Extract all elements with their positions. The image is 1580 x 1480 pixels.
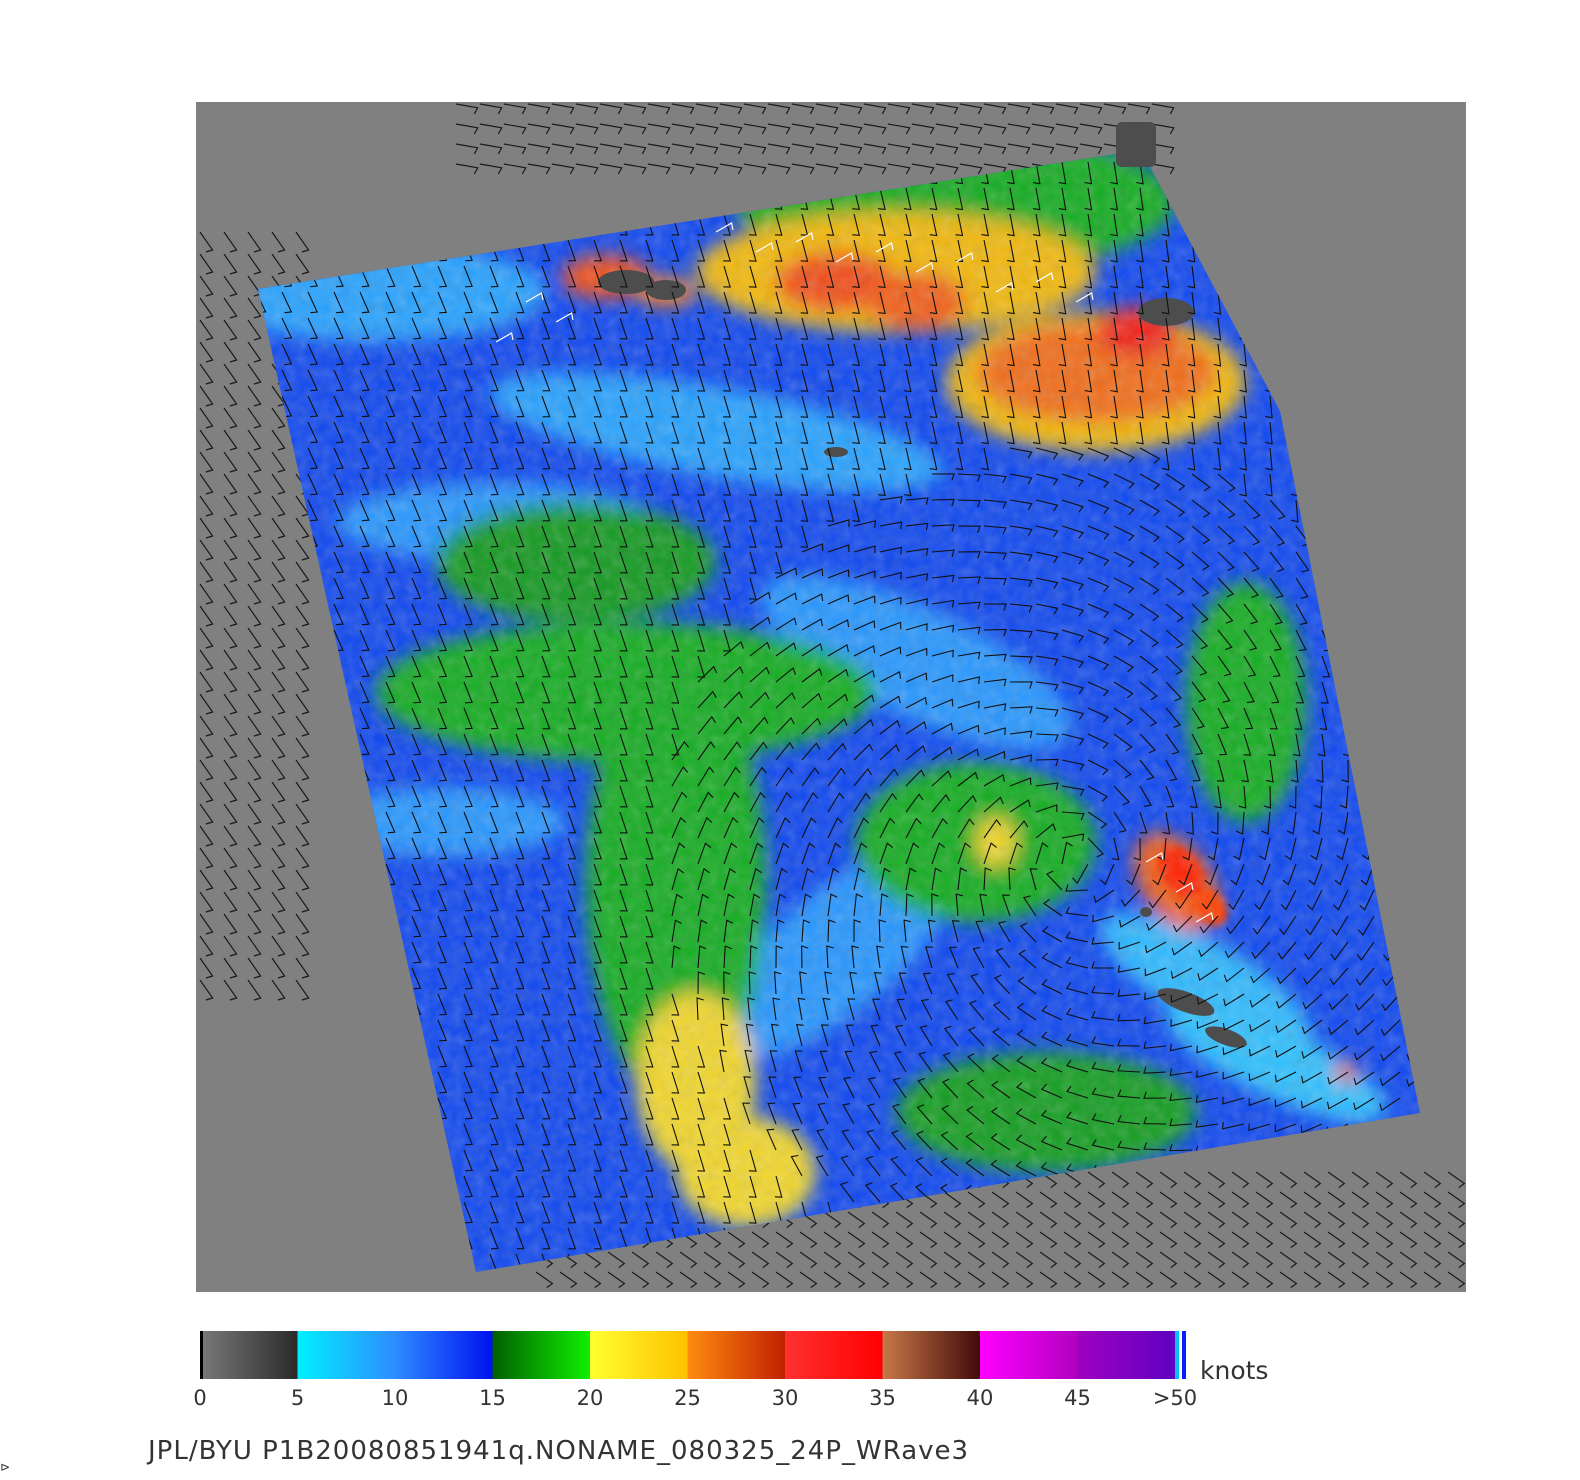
colorbar-segment (590, 1331, 688, 1379)
colorbar-tick-label: 40 (966, 1386, 994, 1410)
colorbar-tick-label: 10 (381, 1386, 409, 1410)
colorbar-segment (687, 1331, 786, 1379)
corner-mark: ⊳ (0, 1460, 11, 1474)
colorbar-segment (1077, 1331, 1176, 1379)
colorbar-segment (882, 1331, 981, 1379)
colorbar-tick-label: >50 (1152, 1386, 1198, 1410)
wind-speed-map (196, 102, 1466, 1292)
colorbar-tick-label: 20 (576, 1386, 604, 1410)
colorbar-segment (492, 1331, 591, 1379)
caption: JPL/BYU P1B20080851941q.NONAME_080325_24… (148, 1436, 970, 1466)
colorbar-segment (200, 1331, 298, 1379)
colorbar-tick-label: 15 (479, 1386, 506, 1410)
color-scale-bar (200, 1331, 1186, 1379)
colorbar-segment (395, 1331, 493, 1379)
colorbar-tick-label: 0 (193, 1386, 207, 1410)
colorbar-tick-label: 25 (674, 1386, 701, 1410)
colorbar-segment (785, 1331, 883, 1379)
colorbar-tick-label: 30 (771, 1386, 799, 1410)
colorbar-segment (980, 1331, 1078, 1379)
colorbar-tick-label: 5 (290, 1386, 305, 1410)
colorbar-tick-label: 35 (869, 1386, 896, 1410)
units-label: knots (1200, 1356, 1269, 1385)
colorbar-segment (297, 1331, 396, 1379)
colorbar-tick-label: 45 (1064, 1386, 1091, 1410)
